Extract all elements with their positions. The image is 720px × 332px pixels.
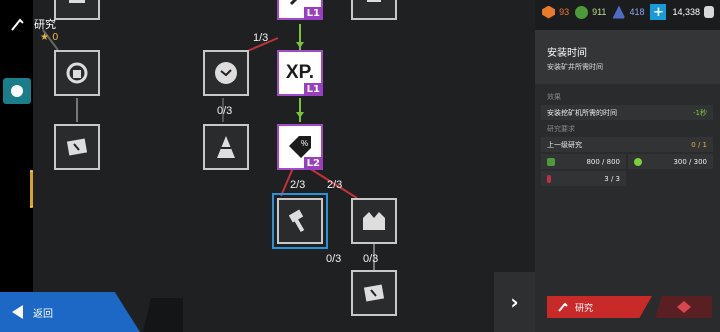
resource-value: 418: [629, 7, 645, 17]
resource-ore: 418: [612, 5, 645, 19]
research-node-left-bottom[interactable]: [54, 124, 100, 170]
resource-value: 93: [559, 7, 570, 17]
chart-icon: [69, 0, 85, 3]
level-tag: L1: [303, 83, 323, 96]
cash-icon: [704, 6, 714, 18]
research-node-sell[interactable]: % L2: [277, 124, 323, 170]
card-resource-icon: [547, 174, 551, 183]
ruby-icon: [676, 301, 691, 313]
resource-cash: 14,338: [672, 6, 714, 18]
resource-bar: 93 911 418 + 14,338: [542, 0, 720, 24]
effect-row: 安装挖矿机所需的时间 -1秒: [541, 105, 713, 120]
node-progress-count: 0/3: [363, 253, 379, 265]
node-progress-count: 0/3: [326, 253, 342, 265]
research-node-left-top[interactable]: [54, 0, 100, 20]
node-progress-count: 0/3: [217, 105, 233, 117]
panel-header: 安装时间 安装矿井所需时间: [535, 30, 720, 84]
panel-subtitle: 安装矿井所需时间: [547, 63, 603, 71]
node-progress-count: 2/3: [290, 179, 306, 191]
node-progress-count: 1/3: [253, 32, 269, 44]
cycle-icon: [66, 62, 88, 84]
effect-text: 安装挖矿机所需的时间: [547, 108, 617, 117]
prev-research-value: 0 / 1: [691, 140, 707, 149]
effect-value: -1秒: [693, 108, 707, 117]
resource-hexagon: 93: [542, 5, 570, 19]
drill-icon: [217, 136, 235, 158]
gem-resource-icon: [547, 157, 555, 166]
tool-icon: [367, 0, 381, 2]
req-gem-value: 800 / 800: [586, 157, 620, 166]
req-gem: 800 / 800: [541, 154, 626, 169]
prev-research-label: 上一级研究: [547, 140, 582, 149]
research-button[interactable]: 研究: [547, 296, 652, 318]
star-count: ★ 0: [40, 32, 59, 43]
research-node-money-bottom[interactable]: [351, 270, 397, 316]
research-node-ore[interactable]: [351, 198, 397, 244]
next-page-button[interactable]: ›: [494, 272, 535, 332]
req-card-value: 3 / 3: [604, 174, 620, 183]
back-button-label: 返回: [33, 308, 53, 320]
screen-title-group: 研究: [10, 16, 56, 32]
research-node-drill[interactable]: [203, 124, 249, 170]
svg-text:%: %: [301, 139, 308, 148]
node-progress-count: 2/3: [327, 179, 343, 191]
resource-req-row: 800 / 800 300 / 300: [541, 154, 713, 169]
back-arrow-icon: [12, 305, 23, 319]
req-green: 300 / 300: [628, 154, 713, 169]
effect-section-label: 效果: [547, 93, 561, 101]
hammer-icon: [288, 209, 305, 233]
xp-label: XP.: [285, 62, 315, 83]
panel-title: 安装时间: [547, 48, 587, 59]
resource-value: 14,338: [672, 7, 700, 17]
money-icon: [363, 284, 385, 302]
flask-icon: [11, 18, 24, 31]
side-category-tab[interactable]: [3, 78, 31, 104]
research-tree[interactable]: L1 XP. L1 % L2 1/3 0/3 2/3 2/3 0/3 0/3 ›: [33, 0, 535, 332]
research-node-timer[interactable]: [203, 50, 249, 96]
req-green-value: 300 / 300: [673, 157, 707, 166]
research-button-label: 研究: [575, 303, 594, 314]
timer-icon: [215, 62, 237, 84]
research-node-top[interactable]: L1: [277, 0, 323, 20]
instant-research-button[interactable]: [655, 296, 712, 318]
ore-resource-icon: [612, 5, 626, 19]
star-count-value: 0: [52, 32, 59, 43]
level-tag: L1: [303, 7, 323, 20]
add-currency-button[interactable]: +: [650, 4, 667, 20]
resource-req-row-2: 3 / 3: [541, 171, 713, 186]
money-icon: [66, 138, 88, 156]
research-node-left-mid[interactable]: [54, 50, 100, 96]
hexagon-resource-icon: [542, 5, 556, 19]
requirements-section-label: 研究要求: [547, 125, 575, 133]
ore-icon: [363, 212, 385, 230]
page-title: 研究: [34, 18, 56, 31]
gem-icon: [11, 85, 23, 97]
flask-icon: [558, 302, 568, 312]
gem-resource-icon: [575, 5, 589, 19]
chevron-right-icon: ›: [510, 290, 519, 314]
research-info-panel: 安装时间 安装矿井所需时间 效果 安装挖矿机所需的时间 -1秒 研究要求 上一级…: [535, 30, 720, 332]
prev-research-row: 上一级研究 0 / 1: [541, 137, 713, 152]
green-resource-icon: [634, 157, 642, 166]
research-node-top-right[interactable]: [351, 0, 397, 20]
resource-gem: 911: [575, 5, 607, 19]
resource-value: 911: [592, 7, 607, 17]
research-node-hammer[interactable]: [272, 193, 328, 249]
screen-bezel: [0, 0, 33, 332]
req-card: 3 / 3: [541, 171, 626, 186]
level-tag: L2: [303, 157, 323, 170]
research-node-xp[interactable]: XP. L1: [277, 50, 323, 96]
